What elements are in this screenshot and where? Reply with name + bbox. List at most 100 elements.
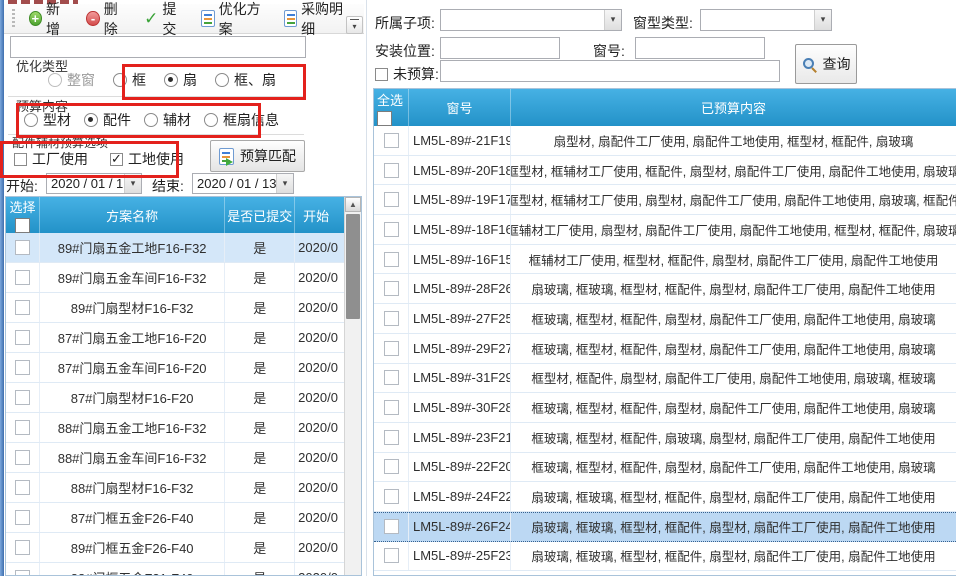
plan-name-cell: 89#门框五金F26-F40: [40, 533, 225, 562]
row-checkbox[interactable]: [384, 489, 399, 504]
row-checkbox[interactable]: [384, 548, 399, 563]
scrollbar-thumb[interactable]: [346, 214, 360, 319]
row-checkbox[interactable]: [15, 450, 30, 465]
table-row[interactable]: LM5L-89#-30F28 框玻璃, 框型材, 框配件, 扇型材, 扇配件工厂…: [374, 393, 956, 423]
select-all-checkbox[interactable]: [15, 218, 30, 233]
window-no-input[interactable]: [635, 37, 765, 59]
table-row[interactable]: 88#门扇型材F16-F32 是 2020/0: [6, 473, 345, 503]
window-no-column-header[interactable]: 窗号: [409, 89, 511, 126]
table-row[interactable]: 88#门框五金F21-F40 是 2020/0: [6, 563, 345, 576]
table-row[interactable]: LM5L-89#-29F27 框玻璃, 框型材, 框配件, 扇型材, 扇配件工厂…: [374, 334, 956, 364]
table-row[interactable]: LM5L-89#-28F26 扇玻璃, 框玻璃, 框型材, 框配件, 扇型材, …: [374, 274, 956, 304]
table-row[interactable]: 87#门扇五金车间F16-F20 是 2020/0: [6, 353, 345, 383]
table-row[interactable]: LM5L-89#-22F20 框玻璃, 框型材, 框配件, 扇型材, 扇配件工厂…: [374, 453, 956, 483]
table-row[interactable]: 88#门扇五金车间F16-F32 是 2020/0: [6, 443, 345, 473]
row-checkbox[interactable]: [15, 570, 30, 576]
chevron-down-icon[interactable]: ▾: [604, 10, 621, 30]
select-all-checkbox[interactable]: [377, 111, 392, 126]
row-checkbox[interactable]: [15, 420, 30, 435]
row-checkbox[interactable]: [384, 400, 399, 415]
row-checkbox[interactable]: [384, 341, 399, 356]
plan-table-scrollbar[interactable]: ▲: [344, 197, 361, 575]
table-row[interactable]: 87#门框五金F26-F40 是 2020/0: [6, 503, 345, 533]
table-row[interactable]: 88#门扇五金工地F16-F32 是 2020/0: [6, 413, 345, 443]
select-all-column-header[interactable]: 全选: [374, 89, 409, 126]
end-date-picker[interactable]: 2020 / 01 / 13 ▾: [192, 173, 294, 194]
table-row[interactable]: LM5L-89#-16F15 框辅材工厂使用, 框型材, 框配件, 扇型材, 扇…: [374, 245, 956, 275]
budget-radio[interactable]: 配件: [84, 110, 131, 130]
table-row[interactable]: 89#门扇五金车间F16-F32 是 2020/0: [6, 263, 345, 293]
row-checkbox[interactable]: [15, 360, 30, 375]
toolbar-overflow-button[interactable]: [346, 16, 363, 34]
install-position-input[interactable]: [440, 37, 560, 59]
table-row[interactable]: LM5L-89#-31F29 框型材, 框配件, 扇型材, 扇配件工厂使用, 扇…: [374, 364, 956, 394]
opt-type-radio[interactable]: 扇: [164, 70, 197, 90]
row-checkbox[interactable]: [384, 281, 399, 296]
row-checkbox[interactable]: [15, 330, 30, 345]
row-checkbox[interactable]: [384, 163, 399, 178]
row-checkbox[interactable]: [15, 480, 30, 495]
table-row[interactable]: 87#门扇型材F16-F20 是 2020/0: [6, 383, 345, 413]
table-row[interactable]: 89#门扇型材F16-F32 是 2020/0: [6, 293, 345, 323]
row-checkbox[interactable]: [15, 390, 30, 405]
toolbar-grip[interactable]: [12, 9, 15, 29]
table-row[interactable]: LM5L-89#-25F23 扇玻璃, 框玻璃, 框型材, 框配件, 扇型材, …: [374, 542, 956, 572]
chevron-down-icon[interactable]: ▾: [814, 10, 831, 30]
scroll-up-button[interactable]: ▲: [345, 197, 361, 212]
row-checkbox[interactable]: [384, 430, 399, 445]
table-row[interactable]: 87#门扇五金工地F16-F20 是 2020/0: [6, 323, 345, 353]
table-row[interactable]: LM5L-89#-26F24 扇玻璃, 框玻璃, 框型材, 框配件, 扇型材, …: [374, 512, 956, 542]
sub-item-combobox[interactable]: ▾: [440, 9, 622, 31]
row-checkbox[interactable]: [384, 133, 399, 148]
row-checkbox[interactable]: [15, 540, 30, 555]
chevron-down-icon[interactable]: ▾: [276, 174, 293, 193]
row-checkbox[interactable]: [384, 222, 399, 237]
row-checkbox[interactable]: [15, 510, 30, 525]
budget-match-button[interactable]: 预算匹配: [210, 140, 305, 172]
table-row[interactable]: 89#门扇五金工地F16-F32 是 2020/0: [6, 233, 345, 263]
query-button[interactable]: 查询: [795, 44, 857, 84]
usage-checkbox[interactable]: 工地使用: [110, 149, 184, 169]
row-checkbox[interactable]: [384, 252, 399, 267]
opt-type-radio[interactable]: 整窗: [48, 70, 95, 90]
row-checkbox[interactable]: [15, 240, 30, 255]
table-row[interactable]: LM5L-89#-18F16 框辅材工厂使用, 扇型材, 扇配件工厂使用, 扇配…: [374, 215, 956, 245]
plan-filter-input[interactable]: [10, 36, 306, 58]
row-checkbox[interactable]: [15, 270, 30, 285]
start-column-header[interactable]: 开始: [295, 197, 345, 233]
select-column-header[interactable]: 选择: [6, 197, 40, 233]
usage-checkbox[interactable]: 工厂使用: [14, 149, 88, 169]
row-checkbox[interactable]: [384, 519, 399, 534]
window-type-combobox[interactable]: ▾: [700, 9, 832, 31]
row-checkbox[interactable]: [384, 192, 399, 207]
select-all-header-label: 全选: [377, 90, 403, 109]
sub-item-label: 所属子项:: [375, 13, 435, 33]
checkbox-label: 工厂使用: [32, 149, 88, 169]
opt-type-radio[interactable]: 框: [113, 70, 146, 90]
opt-type-radio[interactable]: 框、扇: [215, 70, 276, 90]
budgeted-content-cell: 框辅材工厂使用, 扇型材, 扇配件工厂使用, 扇配件工地使用, 框型材, 框配件…: [511, 215, 956, 244]
chevron-down-icon[interactable]: ▾: [124, 174, 141, 193]
window-edge: [0, 0, 4, 576]
table-row[interactable]: LM5L-89#-23F21 框玻璃, 框型材, 框配件, 扇玻璃, 扇型材, …: [374, 423, 956, 453]
budgeted-content-column-header[interactable]: 已预算内容: [511, 89, 956, 126]
row-checkbox[interactable]: [384, 311, 399, 326]
table-row[interactable]: LM5L-89#-19F17 框型材, 框辅材工厂使用, 扇型材, 扇配件工厂使…: [374, 185, 956, 215]
row-checkbox[interactable]: [384, 370, 399, 385]
table-row[interactable]: LM5L-89#-20F18 框型材, 框辅材工厂使用, 框配件, 扇型材, 扇…: [374, 156, 956, 186]
unbudgeted-input[interactable]: [440, 60, 780, 82]
table-row[interactable]: LM5L-89#-27F25 框玻璃, 框型材, 框配件, 扇型材, 扇配件工厂…: [374, 304, 956, 334]
submitted-column-header[interactable]: 是否已提交: [225, 197, 295, 233]
table-row[interactable]: LM5L-89#-21F19 扇型材, 扇配件工厂使用, 扇配件工地使用, 框型…: [374, 126, 956, 156]
budget-radio[interactable]: 框扇信息: [204, 110, 279, 130]
budgeted-content-cell: 框玻璃, 框型材, 框配件, 扇型材, 扇配件工厂使用, 扇配件工地使用, 扇玻…: [511, 393, 956, 422]
row-checkbox[interactable]: [384, 459, 399, 474]
start-date-picker[interactable]: 2020 / 01 / 1 ▾: [46, 173, 142, 194]
unbudgeted-checkbox[interactable]: 未预算:: [375, 64, 439, 84]
table-row[interactable]: 89#门框五金F26-F40 是 2020/0: [6, 533, 345, 563]
plan-name-column-header[interactable]: 方案名称: [40, 197, 225, 233]
table-row[interactable]: LM5L-89#-24F22 扇玻璃, 框玻璃, 框型材, 框配件, 扇型材, …: [374, 482, 956, 512]
row-checkbox[interactable]: [15, 300, 30, 315]
budget-radio[interactable]: 型材: [24, 110, 71, 130]
budget-radio[interactable]: 辅材: [144, 110, 191, 130]
